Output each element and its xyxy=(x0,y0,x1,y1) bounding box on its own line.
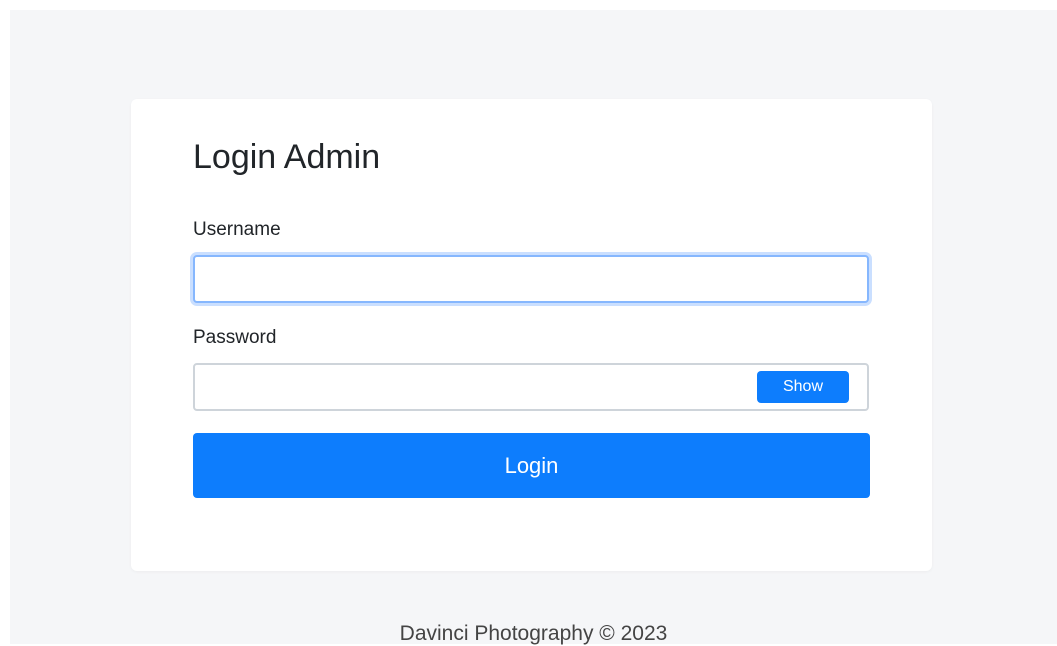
login-card: Login Admin Username Password Show Login xyxy=(131,99,932,571)
password-label: Password xyxy=(193,327,277,348)
login-page: Login Admin Username Password Show Login… xyxy=(10,10,1057,645)
show-password-button[interactable]: Show xyxy=(757,371,849,403)
username-input[interactable] xyxy=(193,255,869,303)
username-label: Username xyxy=(193,219,281,240)
login-button[interactable]: Login xyxy=(193,433,870,498)
page-title: Login Admin xyxy=(193,138,381,176)
footer-copyright: Davinci Photography © 2023 xyxy=(399,622,668,645)
